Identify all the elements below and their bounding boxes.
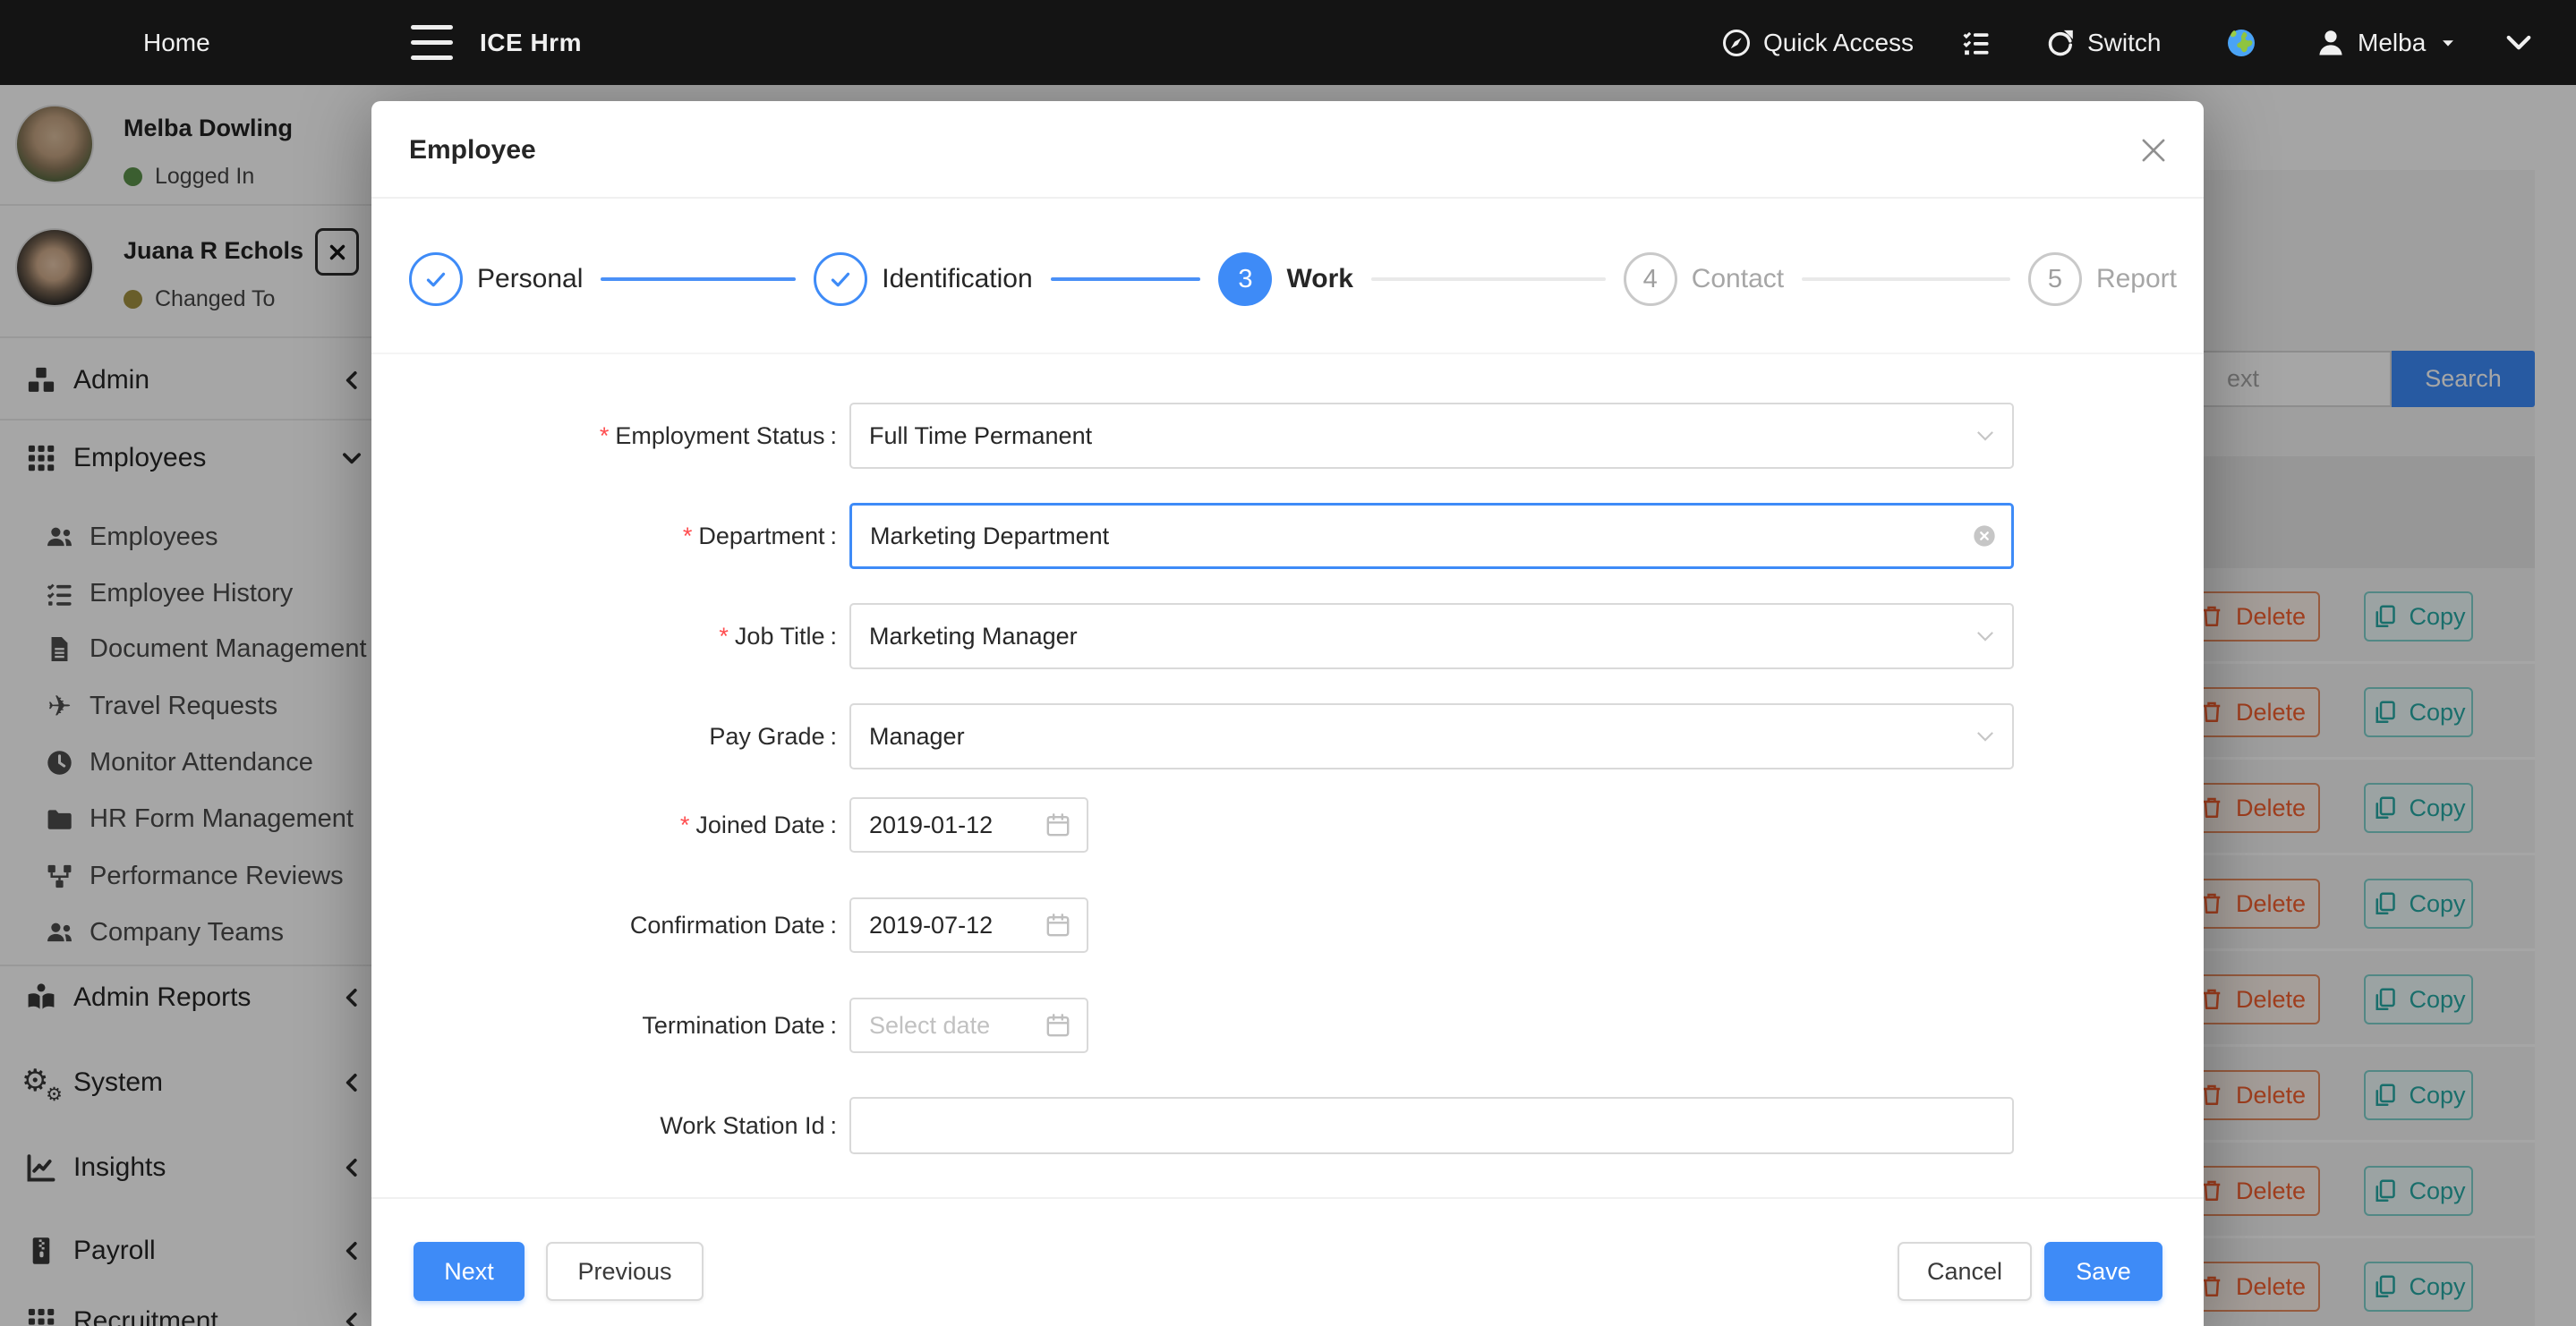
step-report[interactable]: 5 Report bbox=[2028, 252, 2177, 306]
top-navbar: Home ICE Hrm Quick Access Switch Melba bbox=[0, 0, 2576, 85]
step-circle bbox=[814, 252, 867, 306]
footer-divider bbox=[371, 1197, 2204, 1199]
tasks-icon bbox=[1960, 27, 1992, 59]
field-label-text: Confirmation Date bbox=[630, 912, 825, 939]
department-select[interactable]: Marketing Department bbox=[849, 503, 2014, 569]
step-circle: 3 bbox=[1218, 252, 1272, 306]
field-label-text: Pay Grade bbox=[709, 723, 824, 751]
step-circle: 5 bbox=[2028, 252, 2082, 306]
home-link[interactable]: Home bbox=[143, 0, 210, 85]
calendar-icon bbox=[1044, 811, 1072, 839]
required-asterisk: * bbox=[683, 523, 693, 550]
step-label: Identification bbox=[882, 264, 1032, 294]
field-value: Manager bbox=[869, 723, 965, 751]
chevron-down-icon bbox=[1973, 423, 1998, 448]
step-label: Work bbox=[1286, 264, 1352, 294]
field-value: Full Time Permanent bbox=[869, 422, 1092, 450]
confirmation-date-datepicker[interactable]: 2019-07-12 bbox=[849, 897, 1088, 953]
employee-modal: Employee Personal Identification 3 Work 4 Con… bbox=[371, 101, 2204, 1326]
required-asterisk: * bbox=[600, 422, 610, 450]
switch-button[interactable]: Switch bbox=[2044, 0, 2161, 85]
pay-grade-label: Pay Grade: bbox=[371, 703, 837, 769]
field-label-text: Department bbox=[698, 523, 824, 550]
field-label-text: Termination Date bbox=[642, 1012, 824, 1040]
check-icon bbox=[826, 265, 855, 293]
app-brand: ICE Hrm bbox=[480, 0, 582, 85]
chevron-down-icon bbox=[1973, 624, 1998, 649]
employment-status-label: *Employment Status: bbox=[371, 403, 837, 469]
field-value: Marketing Manager bbox=[869, 623, 1078, 650]
required-asterisk: * bbox=[719, 623, 729, 650]
quick-access-label: Quick Access bbox=[1763, 29, 1914, 57]
field-label-text: Employment Status bbox=[615, 422, 824, 450]
hamburger-menu-icon[interactable] bbox=[411, 0, 453, 85]
field-value: Select date bbox=[869, 1012, 990, 1040]
calendar-icon bbox=[1044, 1011, 1072, 1040]
user-icon bbox=[2315, 27, 2347, 59]
work-station-id-label: Work Station Id: bbox=[371, 1097, 837, 1154]
cancel-button[interactable]: Cancel bbox=[1898, 1242, 2032, 1301]
clear-icon[interactable] bbox=[1972, 523, 1997, 548]
modal-close-icon[interactable] bbox=[2137, 133, 2171, 167]
step-personal[interactable]: Personal bbox=[409, 252, 814, 306]
joined-date-datepicker[interactable]: 2019-01-12 bbox=[849, 797, 1088, 853]
user-menu[interactable]: Melba bbox=[2315, 0, 2458, 85]
step-connector bbox=[1371, 277, 1606, 281]
step-label: Report bbox=[2096, 264, 2177, 294]
check-icon bbox=[422, 265, 450, 293]
step-circle: 4 bbox=[1624, 252, 1677, 306]
compass-icon bbox=[1720, 27, 1753, 59]
step-circle bbox=[409, 252, 463, 306]
termination-date-label: Termination Date: bbox=[371, 998, 837, 1053]
field-label-text: Job Title bbox=[735, 623, 825, 650]
step-work[interactable]: 3 Work bbox=[1218, 252, 1623, 306]
step-connector bbox=[601, 277, 796, 281]
modal-header: Employee bbox=[371, 101, 2204, 199]
previous-button[interactable]: Previous bbox=[546, 1242, 704, 1301]
step-identification[interactable]: Identification bbox=[814, 252, 1218, 306]
step-contact[interactable]: 4 Contact bbox=[1624, 252, 2028, 306]
confirmation-date-label: Confirmation Date: bbox=[371, 897, 837, 953]
next-button[interactable]: Next bbox=[414, 1242, 525, 1301]
joined-date-label: *Joined Date: bbox=[371, 797, 837, 853]
field-label-text: Joined Date bbox=[695, 812, 824, 839]
field-value: 2019-07-12 bbox=[869, 912, 993, 939]
department-label: *Department: bbox=[371, 503, 837, 569]
steps-divider bbox=[371, 353, 2204, 354]
switch-label: Switch bbox=[2087, 29, 2161, 57]
user-menu-label: Melba bbox=[2358, 29, 2426, 57]
employment-status-select[interactable]: Full Time Permanent bbox=[849, 403, 2014, 469]
chevron-down-icon bbox=[2503, 27, 2535, 59]
quick-access-button[interactable]: Quick Access bbox=[1720, 0, 1914, 85]
calendar-icon bbox=[1044, 911, 1072, 939]
required-asterisk: * bbox=[680, 812, 690, 839]
field-value: 2019-01-12 bbox=[869, 812, 993, 839]
step-label: Contact bbox=[1692, 264, 1784, 294]
field-value: Marketing Department bbox=[870, 523, 1109, 550]
steps-wizard: Personal Identification 3 Work 4 Contact 5 Repo… bbox=[409, 249, 2177, 310]
job-title-label: *Job Title: bbox=[371, 603, 837, 669]
work-station-id-input[interactable] bbox=[849, 1097, 2014, 1154]
caret-down-icon bbox=[2438, 33, 2458, 53]
tasks-button[interactable] bbox=[1960, 0, 1992, 85]
termination-date-datepicker[interactable]: Select date bbox=[849, 998, 1088, 1053]
step-label: Personal bbox=[477, 264, 583, 294]
work-station-id-input-field[interactable] bbox=[851, 1099, 2012, 1152]
step-connector bbox=[1802, 277, 2010, 281]
switch-icon bbox=[2044, 27, 2077, 59]
step-connector bbox=[1051, 277, 1201, 281]
job-title-select[interactable]: Marketing Manager bbox=[849, 603, 2014, 669]
globe-icon bbox=[2225, 27, 2257, 59]
navbar-collapse-button[interactable] bbox=[2503, 0, 2535, 85]
pay-grade-select[interactable]: Manager bbox=[849, 703, 2014, 769]
save-button[interactable]: Save bbox=[2044, 1242, 2162, 1301]
modal-title: Employee bbox=[409, 135, 536, 166]
language-button[interactable] bbox=[2225, 0, 2257, 85]
field-label-text: Work Station Id bbox=[660, 1112, 824, 1140]
chevron-down-icon bbox=[1973, 724, 1998, 749]
